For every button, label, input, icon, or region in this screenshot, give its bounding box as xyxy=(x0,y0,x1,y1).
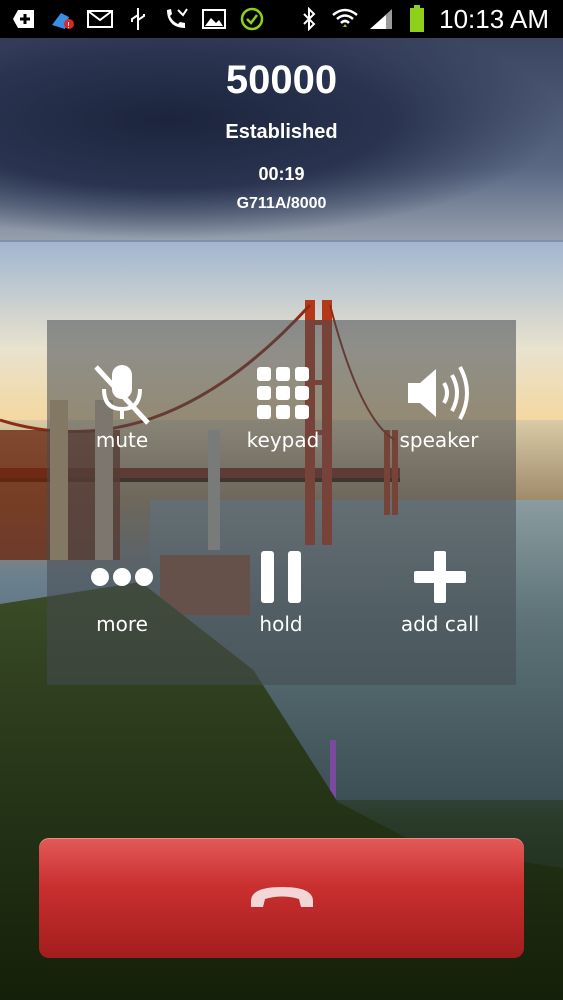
speaker-label: speaker xyxy=(399,428,479,452)
add-call-button[interactable]: add call xyxy=(370,542,510,652)
keypad-label: keypad xyxy=(246,428,320,452)
bluetooth-icon xyxy=(295,7,323,31)
pause-icon xyxy=(211,542,351,612)
call-number: 50000 xyxy=(225,58,338,102)
hold-label: hold xyxy=(259,612,303,636)
signal-icon xyxy=(367,7,395,31)
missed-call-icon xyxy=(162,7,190,31)
image-icon xyxy=(200,7,228,31)
hold-button[interactable]: hold xyxy=(211,542,351,652)
battery-icon xyxy=(403,5,431,32)
speaker-button[interactable]: speaker xyxy=(369,358,509,468)
more-button[interactable]: more xyxy=(52,542,192,652)
speaker-icon xyxy=(369,358,509,428)
call-duration: 00:19 xyxy=(258,164,305,184)
keypad-icon xyxy=(213,358,353,428)
keypad-button[interactable]: keypad xyxy=(213,358,353,468)
call-info: 50000 Established 00:19 G711A/8000 xyxy=(0,38,563,242)
svg-text:!: ! xyxy=(67,21,70,30)
call-state: Established xyxy=(225,121,338,143)
add-call-label: add call xyxy=(400,612,480,636)
more-icon xyxy=(52,542,192,612)
cleanup-icon: ! xyxy=(48,7,76,31)
plus-icon xyxy=(370,542,510,612)
mic-muted-icon xyxy=(52,358,192,428)
call-controls-panel: mute keypad speaker more hold add call xyxy=(47,320,516,685)
usb-icon xyxy=(124,7,152,31)
end-call-button[interactable] xyxy=(39,838,524,958)
mute-button[interactable]: mute xyxy=(52,358,192,468)
check-icon xyxy=(238,7,266,31)
add-notification-icon xyxy=(10,7,38,31)
status-bar: ! 10:13 AM xyxy=(0,0,563,38)
call-codec: G711A/8000 xyxy=(236,195,327,212)
clock: 10:13 AM xyxy=(439,3,549,34)
hang-up-icon xyxy=(247,881,317,915)
wifi-icon xyxy=(331,7,359,31)
more-label: more xyxy=(96,612,148,636)
mute-label: mute xyxy=(95,428,149,452)
mail-icon xyxy=(86,7,114,31)
